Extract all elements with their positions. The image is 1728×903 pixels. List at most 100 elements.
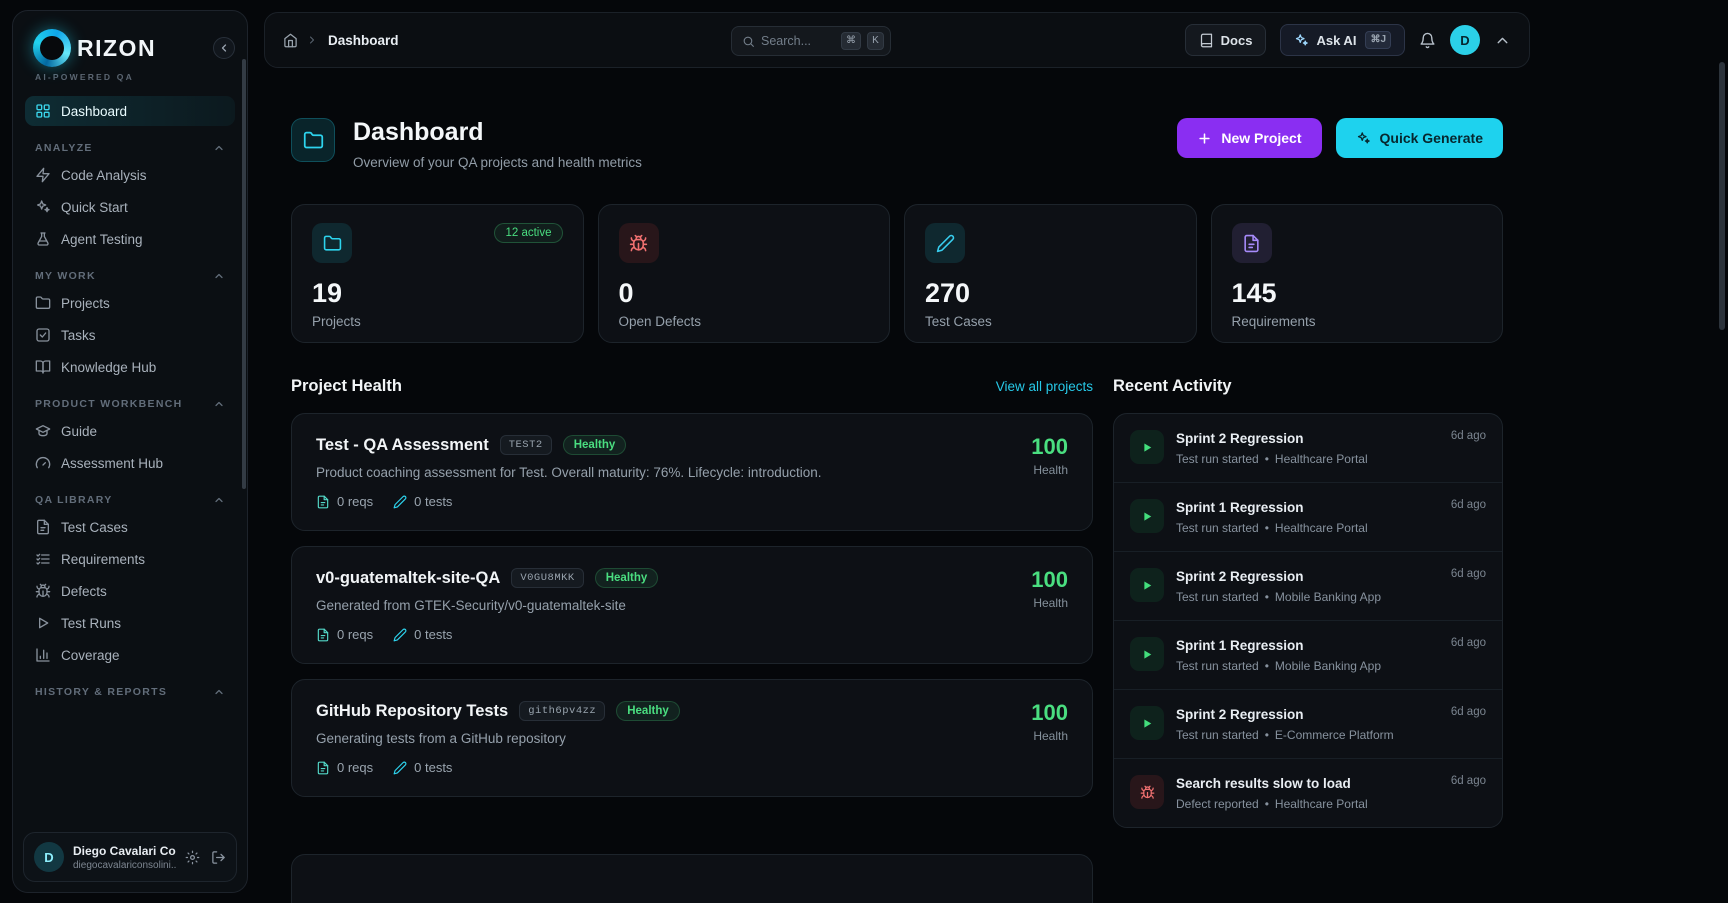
section-label: PRODUCT WORKBENCH <box>35 398 183 410</box>
sidebar-item-agent-testing[interactable]: Agent Testing <box>25 224 235 254</box>
gear-icon[interactable] <box>185 850 200 865</box>
sidebar-item-test-runs[interactable]: Test Runs <box>25 608 235 638</box>
stat-card-test-cases[interactable]: 270 Test Cases <box>904 204 1197 343</box>
project-reqs-count: 0 reqs <box>337 627 373 642</box>
sidebar-item-coverage[interactable]: Coverage <box>25 640 235 670</box>
project-card-partial[interactable] <box>291 854 1093 903</box>
stat-label: Projects <box>312 314 563 329</box>
activity-item[interactable]: Sprint 1 Regression Test run started • M… <box>1114 621 1502 690</box>
sidebar-item-label: Tasks <box>61 328 96 343</box>
dashboard-grid-icon <box>35 103 51 119</box>
project-name[interactable]: v0-guatemaltek-site-QA <box>316 569 500 588</box>
header-collapse-button[interactable] <box>1494 32 1511 49</box>
sidebar-item-dashboard[interactable]: Dashboard <box>25 96 235 126</box>
activity-title: Search results slow to load <box>1176 776 1439 791</box>
project-name[interactable]: Test - QA Assessment <box>316 436 489 455</box>
activity-project: Healthcare Portal <box>1275 452 1368 466</box>
sidebar-item-knowledge-hub[interactable]: Knowledge Hub <box>25 352 235 382</box>
sidebar-section-qa-library[interactable]: QA LIBRARY <box>25 494 235 506</box>
activity-time: 6d ago <box>1451 499 1486 535</box>
sidebar-item-label: Assessment Hub <box>61 456 163 471</box>
user-avatar: D <box>34 842 64 872</box>
play-icon <box>1130 499 1164 533</box>
sidebar-scrollbar-thumb[interactable] <box>242 59 246 489</box>
project-card[interactable]: Test - QA Assessment TEST2 Healthy Produ… <box>291 413 1093 531</box>
sidebar-item-tasks[interactable]: Tasks <box>25 320 235 350</box>
user-panel[interactable]: D Diego Cavalari Con... diegocavalaricon… <box>23 832 237 882</box>
zap-icon <box>35 167 51 183</box>
home-icon[interactable] <box>283 33 298 48</box>
project-reqs: 0 reqs <box>316 627 373 642</box>
sidebar-item-label: Agent Testing <box>61 232 143 247</box>
health-value: 100 <box>1031 434 1068 460</box>
activity-item[interactable]: Sprint 2 Regression Test run started • H… <box>1114 414 1502 483</box>
page-header: Dashboard Overview of your QA projects a… <box>291 118 1503 170</box>
health-label: Health <box>1031 729 1068 743</box>
stat-value: 270 <box>925 278 1176 309</box>
docs-button[interactable]: Docs <box>1185 24 1267 56</box>
stat-card-requirements[interactable]: 145 Requirements <box>1211 204 1504 343</box>
view-all-projects-link[interactable]: View all projects <box>996 379 1093 394</box>
activity-time: 6d ago <box>1451 568 1486 604</box>
page-actions: New Project Quick Generate <box>1177 118 1503 158</box>
project-name[interactable]: GitHub Repository Tests <box>316 702 508 721</box>
folder-icon <box>312 223 352 263</box>
project-health-section: Project Health View all projects Test - … <box>291 375 1093 903</box>
breadcrumb: Dashboard <box>283 33 399 48</box>
stat-card-open-defects[interactable]: 0 Open Defects <box>598 204 891 343</box>
activity-action: Test run started <box>1176 728 1259 742</box>
project-tests-count: 0 tests <box>414 627 452 642</box>
notifications-button[interactable] <box>1419 32 1436 49</box>
sidebar-item-requirements[interactable]: Requirements <box>25 544 235 574</box>
sidebar-item-label: Coverage <box>61 648 120 663</box>
orizon-logo-icon <box>33 29 71 67</box>
sidebar-item-test-cases[interactable]: Test Cases <box>25 512 235 542</box>
project-status-badge: Healthy <box>563 435 627 455</box>
bar-chart-icon <box>35 647 51 663</box>
pencil-icon <box>393 761 407 775</box>
stat-card-projects[interactable]: 12 active 19 Projects <box>291 204 584 343</box>
chevron-left-icon <box>218 42 230 54</box>
activity-item[interactable]: Search results slow to load Defect repor… <box>1114 759 1502 827</box>
sidebar-section-analyze[interactable]: ANALYZE <box>25 142 235 154</box>
project-card[interactable]: v0-guatemaltek-site-QA V0GU8MKK Healthy … <box>291 546 1093 664</box>
sidebar-item-quick-start[interactable]: Quick Start <box>25 192 235 222</box>
header-avatar[interactable]: D <box>1450 25 1480 55</box>
sparkles-icon <box>1294 33 1309 48</box>
project-tests: 0 tests <box>393 760 452 775</box>
sidebar-item-defects[interactable]: Defects <box>25 576 235 606</box>
sidebar-collapse-button[interactable] <box>213 37 235 59</box>
sidebar-item-guide[interactable]: Guide <box>25 416 235 446</box>
project-card[interactable]: GitHub Repository Tests gith6pv4zz Healt… <box>291 679 1093 797</box>
activity-time: 6d ago <box>1451 775 1486 811</box>
file-text-icon <box>35 519 51 535</box>
sidebar-item-assessment-hub[interactable]: Assessment Hub <box>25 448 235 478</box>
sidebar-nav: Dashboard ANALYZE Code Analysis Quick St… <box>13 82 247 698</box>
quick-generate-button[interactable]: Quick Generate <box>1336 118 1504 158</box>
project-description: Product coaching assessment for Test. Ov… <box>316 465 1068 480</box>
search-icon <box>742 35 755 48</box>
dot-separator: • <box>1265 728 1269 742</box>
sidebar-section-my-work[interactable]: MY WORK <box>25 270 235 282</box>
activity-item[interactable]: Sprint 2 Regression Test run started • M… <box>1114 552 1502 621</box>
window-scrollbar-thumb[interactable] <box>1719 62 1725 330</box>
sidebar-section-product-workbench[interactable]: PRODUCT WORKBENCH <box>25 398 235 410</box>
chevron-up-icon <box>1494 32 1511 49</box>
sidebar-item-projects[interactable]: Projects <box>25 288 235 318</box>
page-titles: Dashboard Overview of your QA projects a… <box>353 118 642 170</box>
search-input[interactable] <box>761 34 835 48</box>
activity-item[interactable]: Sprint 1 Regression Test run started • H… <box>1114 483 1502 552</box>
new-project-button[interactable]: New Project <box>1177 118 1321 158</box>
sidebar-item-label: Guide <box>61 424 97 439</box>
sidebar-item-code-analysis[interactable]: Code Analysis <box>25 160 235 190</box>
global-search[interactable]: ⌘ K <box>731 26 891 56</box>
chevron-up-icon <box>213 494 225 506</box>
breadcrumb-current: Dashboard <box>328 33 399 48</box>
dot-separator: • <box>1265 590 1269 604</box>
activity-item[interactable]: Sprint 2 Regression Test run started • E… <box>1114 690 1502 759</box>
sidebar-item-label: Knowledge Hub <box>61 360 156 375</box>
play-icon <box>1130 430 1164 464</box>
ask-ai-button[interactable]: Ask AI ⌘J <box>1280 24 1405 56</box>
sidebar-section-history-reports[interactable]: HISTORY & REPORTS <box>25 686 235 698</box>
logout-icon[interactable] <box>211 850 226 865</box>
